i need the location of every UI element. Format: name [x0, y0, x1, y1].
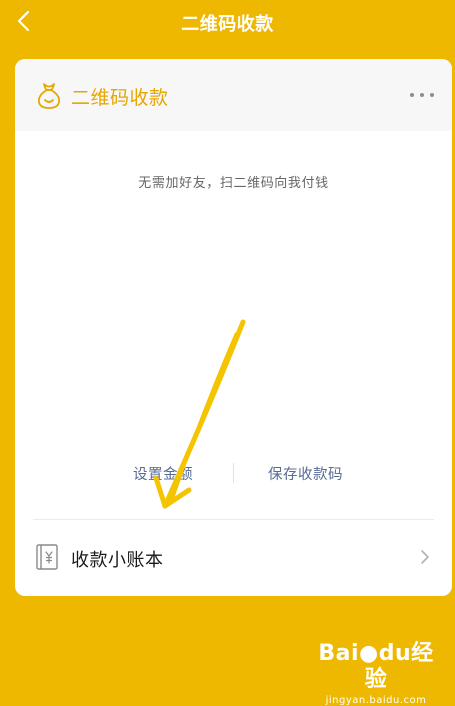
- chevron-right-icon: [421, 550, 429, 564]
- save-qr-code-button[interactable]: 保存收款码: [268, 463, 343, 484]
- card-title: 二维码收款: [71, 87, 169, 109]
- more-dot: [410, 93, 414, 97]
- more-horizontal-icon[interactable]: [410, 93, 434, 99]
- action-bar: 设置金额 保存收款码: [15, 461, 452, 485]
- page-title: 二维码收款: [181, 14, 274, 35]
- watermark-brand-mid: du: [378, 641, 412, 666]
- money-bag-icon: [38, 83, 60, 109]
- paw-icon: ●: [359, 641, 379, 666]
- ledger-row[interactable]: 收款小账本: [15, 521, 452, 593]
- set-amount-button[interactable]: 设置金额: [133, 463, 193, 484]
- qr-payment-card: 二维码收款 无需加好友，扫二维码向我付钱 设置金额 保存收款码 收款小账本: [15, 59, 452, 596]
- ledger-label: 收款小账本: [71, 550, 164, 571]
- watermark-url: jingyan.baidu.com: [325, 695, 427, 706]
- baidu-jingyan-watermark: Bai●du经验 jingyan.baidu.com: [311, 641, 441, 706]
- more-dot: [420, 93, 424, 97]
- ledger-yen-icon: [36, 544, 58, 570]
- row-divider: [33, 519, 434, 520]
- navigation-bar: 二维码收款: [0, 0, 455, 44]
- payment-tip: 无需加好友，扫二维码向我付钱: [138, 176, 329, 191]
- action-divider: [233, 463, 234, 483]
- watermark-brand-prefix: Bai: [318, 641, 359, 666]
- more-dot: [430, 93, 434, 97]
- watermark-brand: Bai●du经验: [311, 641, 441, 693]
- card-header: 二维码收款: [15, 59, 452, 131]
